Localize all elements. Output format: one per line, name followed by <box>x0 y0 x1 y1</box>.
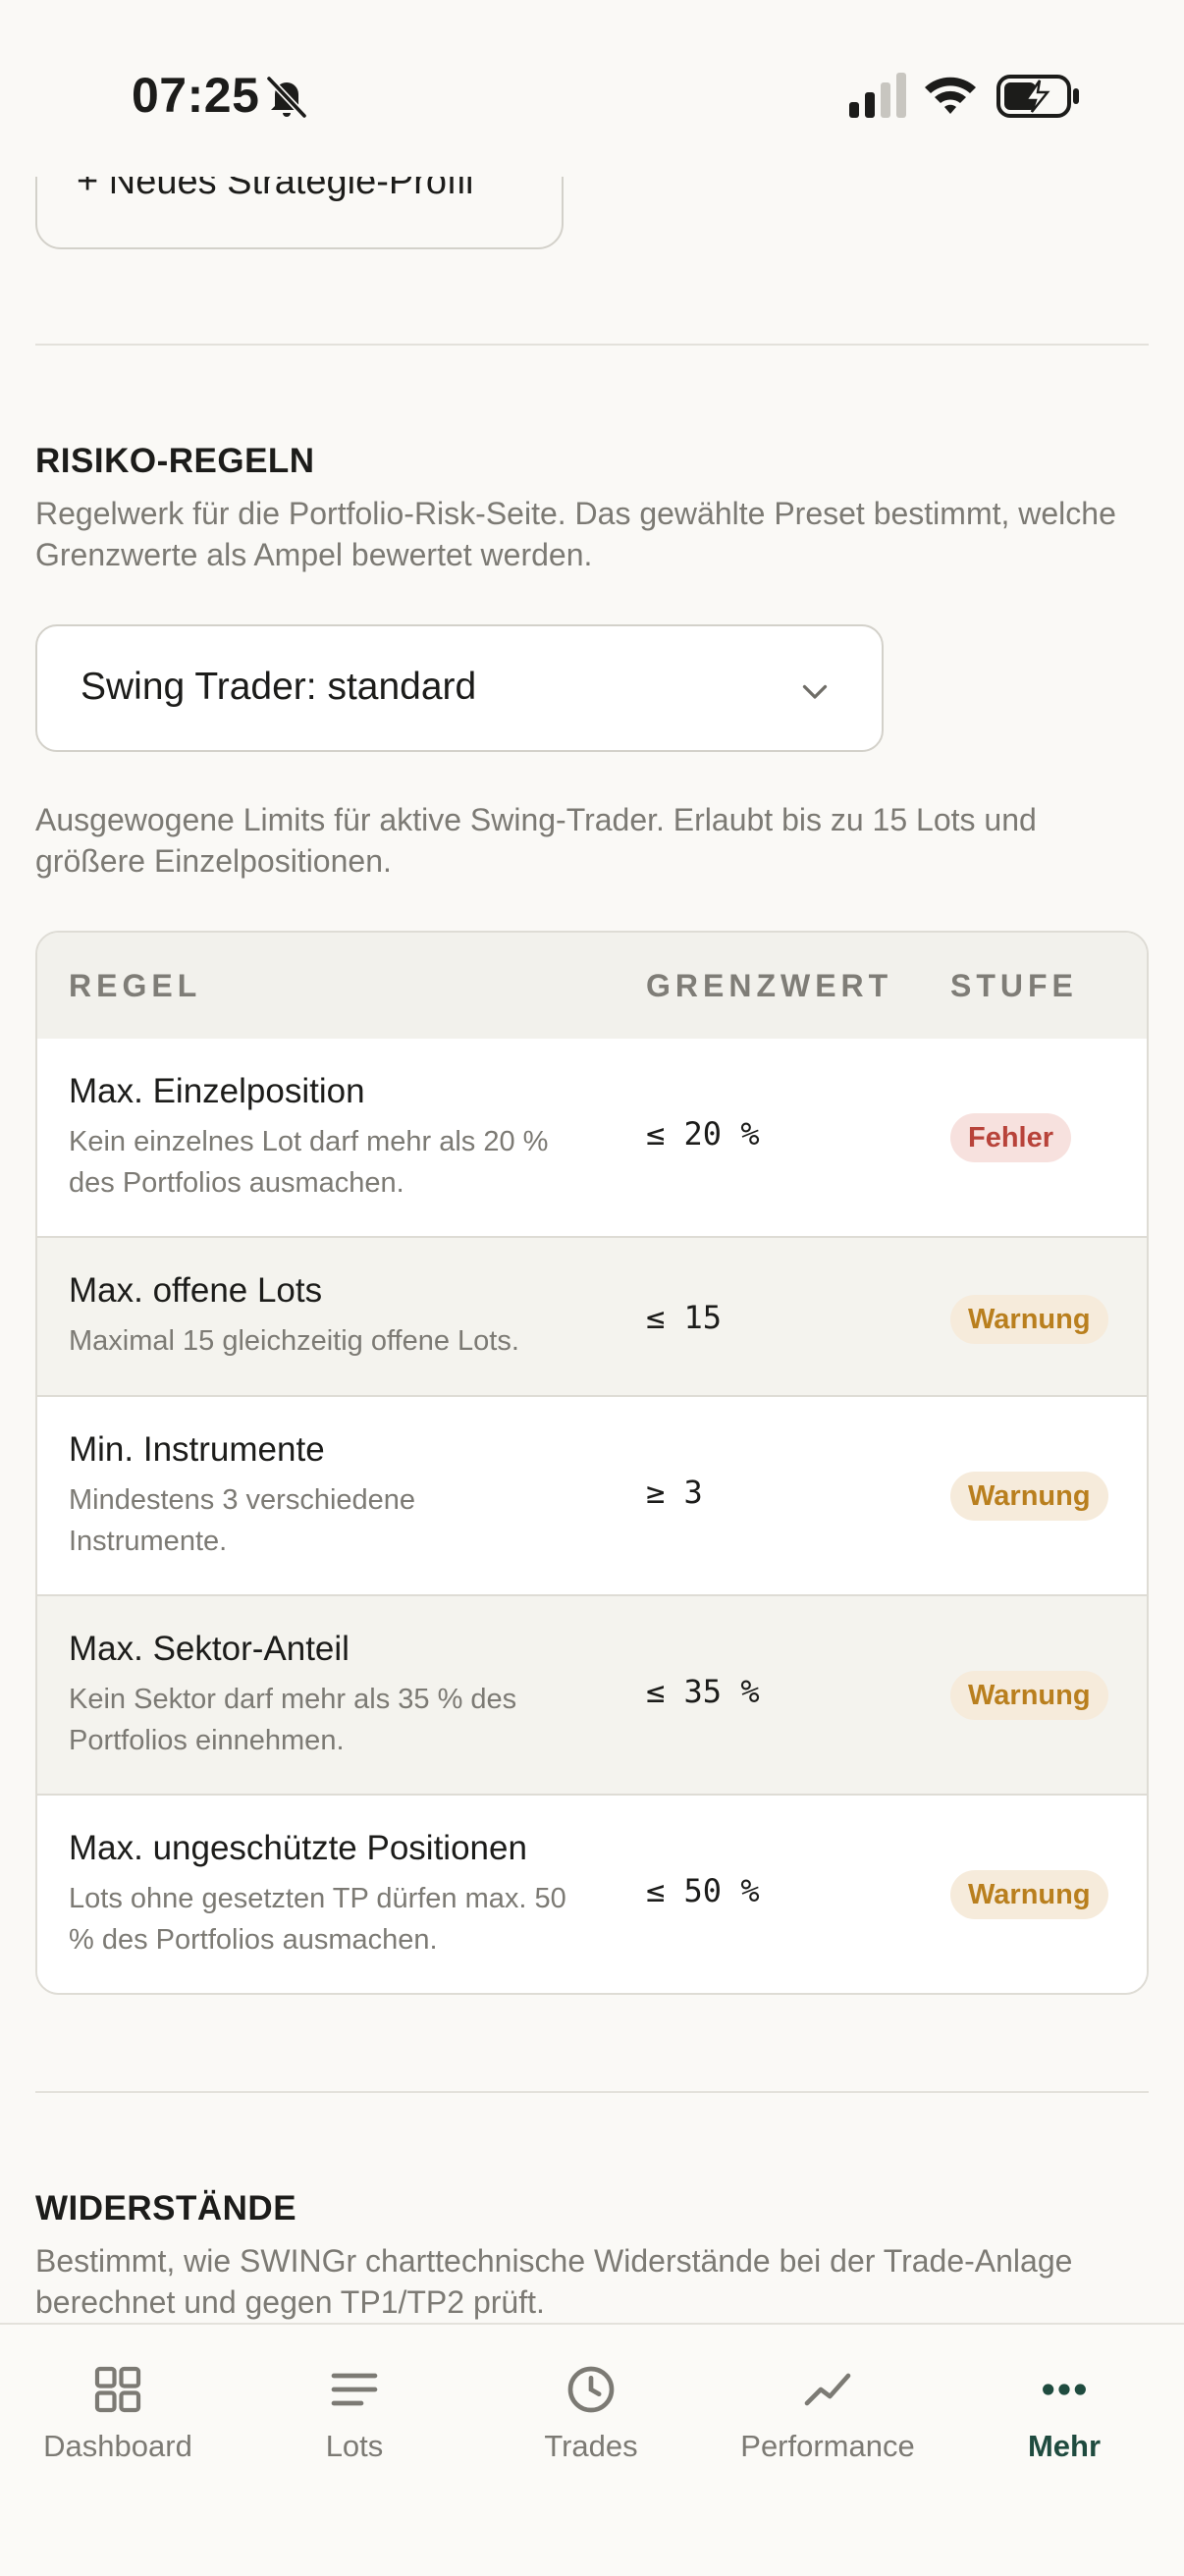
section-divider <box>35 344 1149 346</box>
tab-label: Mehr <box>1027 2429 1102 2463</box>
status-badge: Warnung <box>950 1472 1108 1521</box>
resistances-title: WIDERSTÄNDE <box>35 2189 297 2227</box>
risk-rules-table: REGEL GRENZWERT STUFE Max. Einzelpositio… <box>35 931 1149 1995</box>
clock-time: 07:25 <box>132 68 260 123</box>
battery-charging-icon <box>996 75 1079 118</box>
tab-label: Performance <box>740 2429 915 2463</box>
status-badge: Fehler <box>950 1113 1072 1162</box>
more-dots-icon <box>1043 2384 1086 2395</box>
table-row: Max. offene Lots Maximal 15 gleichzeitig… <box>37 1238 1147 1397</box>
status-badge: Warnung <box>950 1671 1108 1720</box>
risk-rules-description: Regelwerk für die Portfolio-Risk-Seite. … <box>35 496 1116 572</box>
trend-icon <box>804 2373 851 2406</box>
lines-icon <box>331 2373 378 2406</box>
tab-lots[interactable]: Lots <box>237 2362 472 2480</box>
rule-description: Kein Sektor darf mehr als 35 % des Portf… <box>69 1684 517 1756</box>
section-divider <box>35 2091 1149 2093</box>
table-row: Min. Instrumente Mindestens 3 verschiede… <box>37 1397 1147 1596</box>
rule-limit: ≤ 15 <box>646 1299 723 1336</box>
header-limit: GRENZWERT <box>646 968 893 1003</box>
rule-title: Max. Einzelposition <box>69 1072 365 1110</box>
rule-description: Kein einzelnes Lot darf mehr als 20 % de… <box>69 1126 549 1199</box>
rule-limit: ≤ 35 % <box>646 1673 760 1710</box>
tab-dashboard[interactable]: Dashboard <box>0 2362 236 2480</box>
grid-icon <box>94 2366 141 2413</box>
status-bar: 07:25 <box>0 0 1184 177</box>
tab-mehr[interactable]: Mehr <box>946 2362 1182 2480</box>
table-row: Max. Sektor-Anteil Kein Sektor darf mehr… <box>37 1596 1147 1796</box>
rule-description: Maximal 15 gleichzeitig offene Lots. <box>69 1325 519 1357</box>
header-rule: REGEL <box>69 968 202 1003</box>
risk-preset-value: Swing Trader: standard <box>81 666 477 708</box>
table-row: Max. ungeschützte Positionen Lots ohne g… <box>37 1796 1147 1993</box>
resistances-description: Bestimmt, wie SWINGr charttechnische Wid… <box>35 2243 1073 2320</box>
clock-icon <box>567 2366 615 2413</box>
signal-icon <box>849 73 906 118</box>
tab-label: Lots <box>325 2429 384 2463</box>
settings-scroll-content[interactable]: + Neues Strategie-Profil RISIKO-REGELN R… <box>0 0 1184 2325</box>
rule-description: Lots ohne gesetzten TP dürfen max. 50 % … <box>69 1883 566 1956</box>
tab-label: Trades <box>544 2429 638 2463</box>
rule-title: Max. Sektor-Anteil <box>69 1630 350 1668</box>
rule-limit: ≤ 50 % <box>646 1872 760 1909</box>
preset-description: Ausgewogene Limits für aktive Swing-Trad… <box>35 802 1037 879</box>
status-badge: Warnung <box>950 1870 1108 1919</box>
tab-label: Dashboard <box>43 2429 192 2463</box>
header-level: STUFE <box>950 968 1078 1003</box>
risk-preset-select[interactable]: Swing Trader: standard <box>35 624 884 752</box>
rule-title: Max. offene Lots <box>69 1271 323 1310</box>
rule-limit: ≥ 3 <box>646 1474 703 1511</box>
wifi-icon <box>925 77 976 114</box>
risk-rules-title: RISIKO-REGELN <box>35 442 315 480</box>
bottom-tab-bar: Dashboard Lots Trades Performance Mehr <box>0 2323 1184 2576</box>
table-header: REGEL GRENZWERT STUFE <box>37 933 1147 1041</box>
status-badge: Warnung <box>950 1295 1108 1344</box>
table-row: Max. Einzelposition Kein einzelnes Lot d… <box>37 1039 1147 1238</box>
tab-trades[interactable]: Trades <box>473 2362 709 2480</box>
rule-title: Min. Instrumente <box>69 1430 325 1469</box>
chevron-down-icon <box>802 684 828 699</box>
rule-title: Max. ungeschützte Positionen <box>69 1829 527 1867</box>
tab-performance[interactable]: Performance <box>710 2362 945 2480</box>
rule-limit: ≤ 20 % <box>646 1115 760 1153</box>
bell-slash-icon <box>266 76 307 119</box>
rule-description: Mindestens 3 verschiedene Instrumente. <box>69 1484 416 1557</box>
